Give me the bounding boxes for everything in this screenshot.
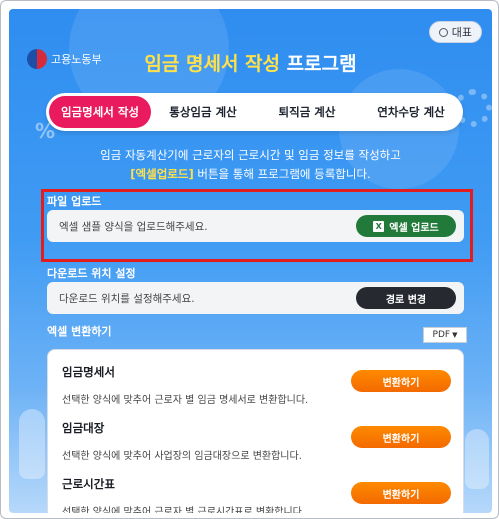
intro-text: 임금 자동계산기에 근로자의 근로시간 및 임금 정보를 작성하고 [엑셀업로드… [9, 146, 492, 184]
page-title: 임금 명세서 작성 프로그램 [9, 49, 492, 76]
title-part1: 임금 명세서 작성 [144, 53, 281, 75]
convert-item-wage-statement: 임금명세서 선택한 양식에 맞추어 근로자 별 임금 명세서로 변환합니다. 변… [62, 364, 451, 406]
chevron-down-icon: ▼ [452, 331, 458, 339]
change-path-label: 경로 변경 [385, 294, 427, 306]
convert-item-desc: 선택한 양식에 맞추어 사업장의 임금대장으로 변환합니다. [62, 451, 302, 462]
app-window: % 고용노동부 임금 명세서 작성 프로그램 임금명세서 작성 통상임금 계산 … [0, 0, 499, 519]
main-tabs: 임금명세서 작성 통상임금 계산 퇴직금 계산 연차수당 계산 [46, 93, 463, 131]
highlight-box [41, 189, 473, 262]
change-path-button[interactable]: 경로 변경 [356, 287, 456, 309]
convert-button[interactable]: 변환하기 [351, 426, 451, 448]
convert-button[interactable]: 변환하기 [351, 482, 451, 504]
convert-item-wage-ledger: 임금대장 선택한 양식에 맞추어 사업장의 임금대장으로 변환합니다. 변환하기 [62, 420, 451, 462]
intro-line2-rest: 버튼을 통해 프로그램에 등록합니다. [193, 167, 371, 181]
download-section-label: 다운로드 위치 설정 [47, 267, 136, 280]
app-body: % 고용노동부 임금 명세서 작성 프로그램 임금명세서 작성 통상임금 계산 … [9, 9, 492, 513]
tab-annual-leave-pay[interactable]: 연차수당 계산 [359, 96, 463, 128]
main-button[interactable]: 대표 [428, 21, 482, 43]
convert-section-label: 엑셀 변환하기 [47, 325, 112, 338]
intro-line1: 임금 자동계산기에 근로자의 근로시간 및 임금 정보를 작성하고 [100, 148, 401, 162]
convert-card: 임금명세서 선택한 양식에 맞추어 근로자 별 임금 명세서로 변환합니다. 변… [47, 349, 464, 513]
download-placeholder: 다운로드 위치를 설정해주세요. [59, 292, 195, 305]
circle-icon [438, 27, 448, 37]
tree-decor-icon [465, 429, 489, 489]
convert-item-work-hours: 근로시간표 선택한 양식에 맞추어 근로자 별 근로시간표로 변환합니다. 변환… [62, 476, 451, 513]
tab-wage-statement[interactable]: 임금명세서 작성 [49, 96, 151, 128]
convert-item-desc: 선택한 양식에 맞추어 근로자 별 근로시간표로 변환합니다. [62, 507, 306, 513]
tab-ordinary-wage[interactable]: 통상임금 계산 [151, 96, 255, 128]
download-row: 다운로드 위치를 설정해주세요. 경로 변경 [47, 282, 464, 314]
tab-severance-pay[interactable]: 퇴직금 계산 [255, 96, 359, 128]
format-select[interactable]: PDF ▼ [423, 327, 467, 343]
convert-button[interactable]: 변환하기 [351, 370, 451, 392]
intro-highlight: [엑셀업로드] [130, 167, 194, 181]
format-select-value: PDF [432, 330, 451, 340]
main-button-label: 대표 [451, 26, 472, 39]
tree-decor-icon [19, 409, 45, 479]
intro-line2: [엑셀업로드] 버튼을 통해 프로그램에 등록합니다. [9, 165, 492, 184]
title-part2: 프로그램 [286, 53, 357, 75]
convert-item-desc: 선택한 양식에 맞추어 근로자 별 임금 명세서로 변환합니다. [62, 395, 309, 406]
